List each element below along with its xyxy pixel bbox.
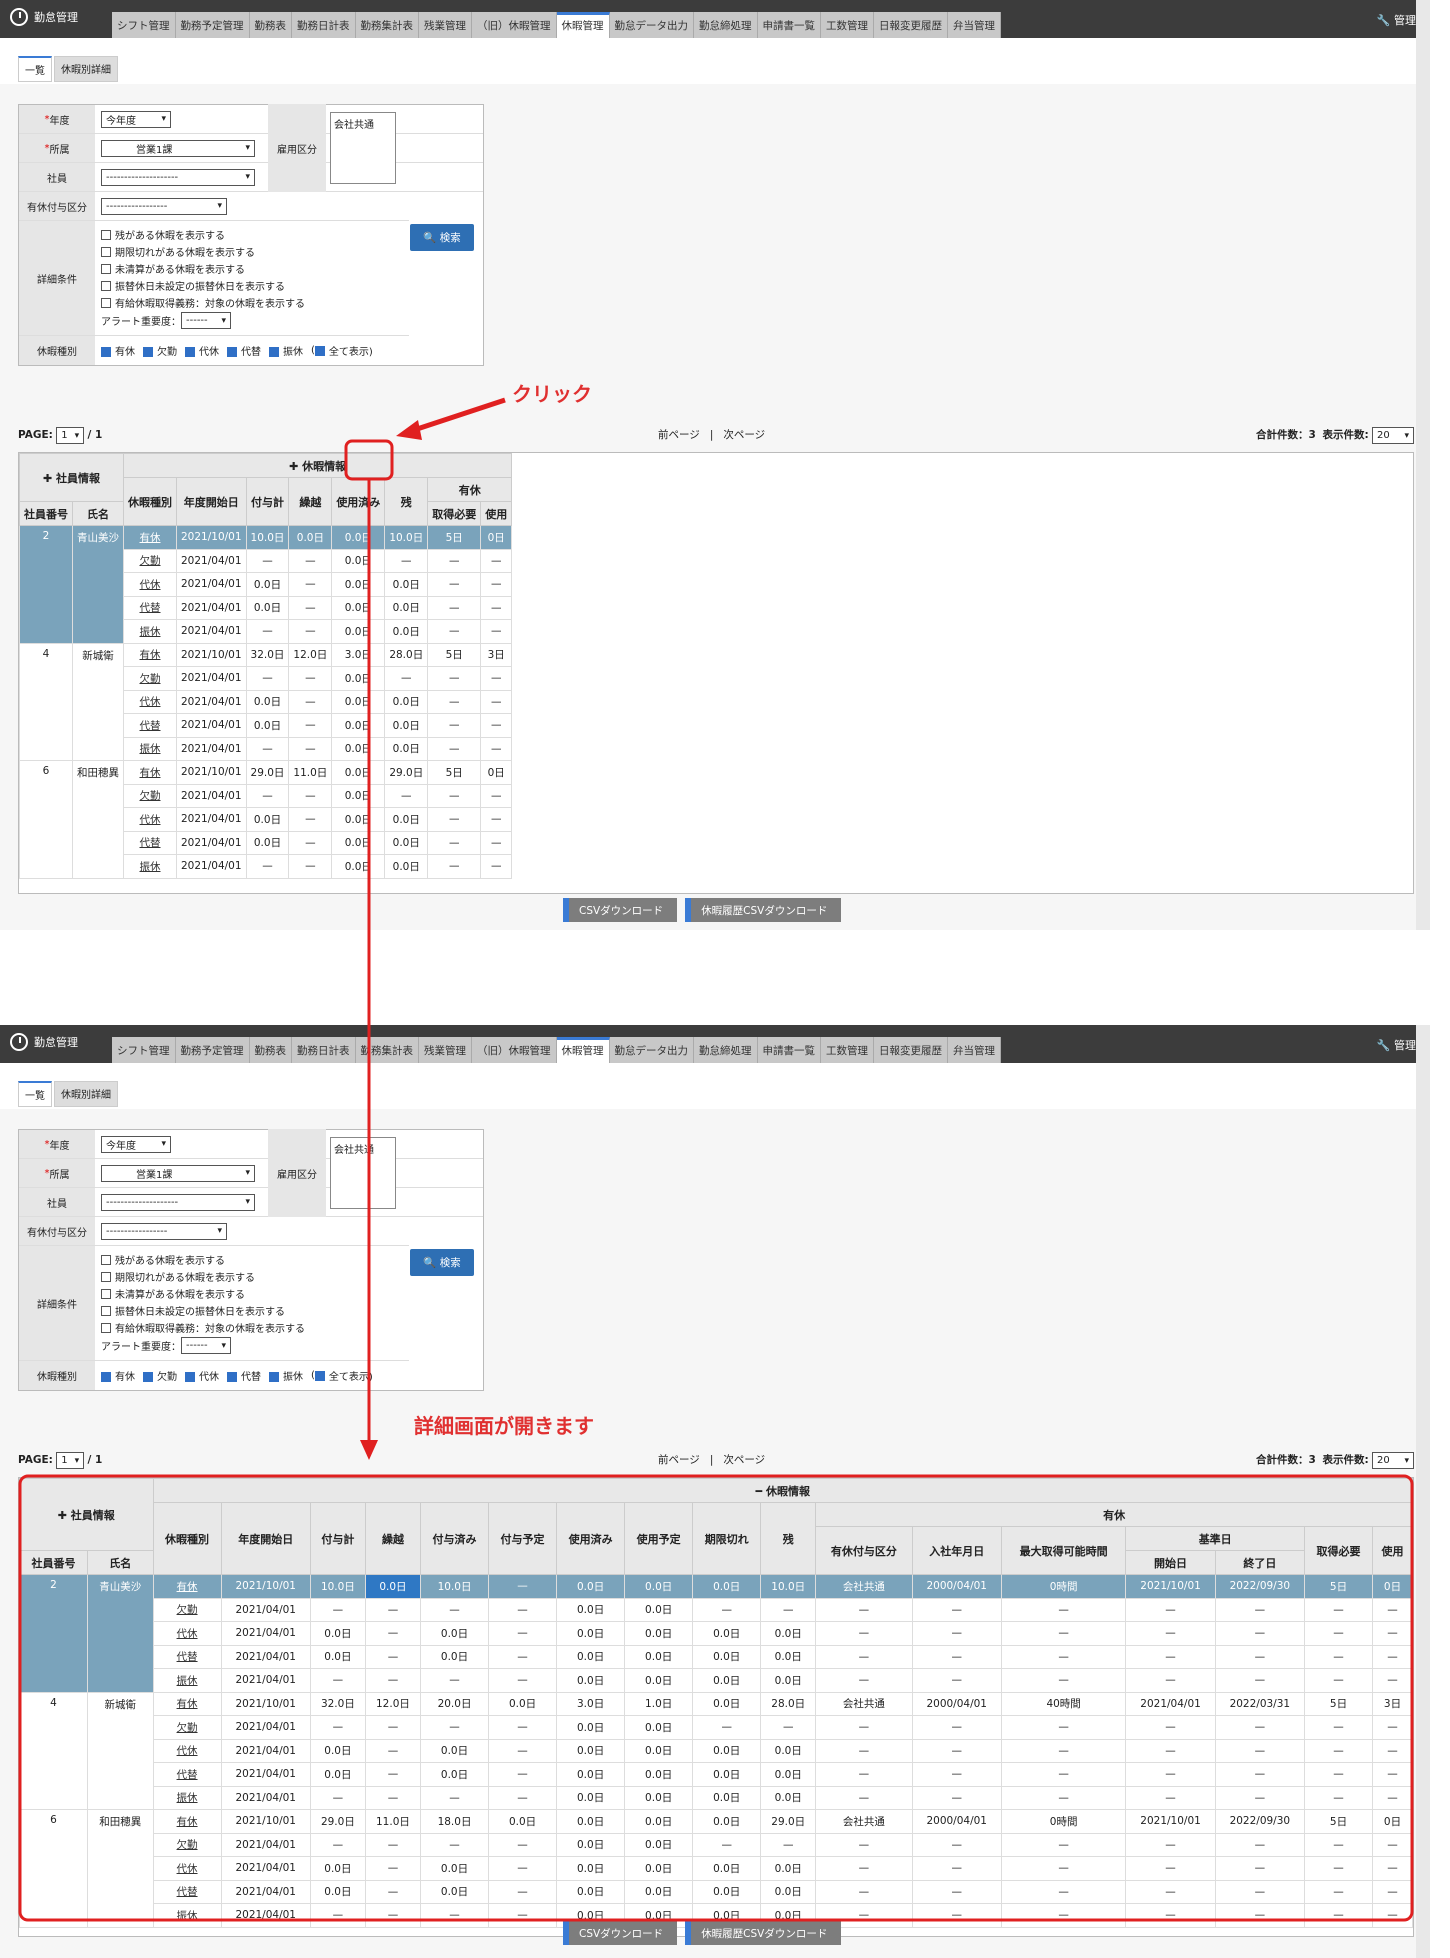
click-arrow — [407, 397, 506, 435]
opened-annotation: 詳細画面が開きます — [414, 1414, 594, 1438]
click-arrowhead — [396, 420, 422, 440]
opened-area-box — [18, 1474, 1414, 1922]
flow-arrowhead — [360, 1440, 378, 1460]
annotation-arrows — [18, 397, 1414, 1922]
click-target-box — [344, 439, 394, 481]
